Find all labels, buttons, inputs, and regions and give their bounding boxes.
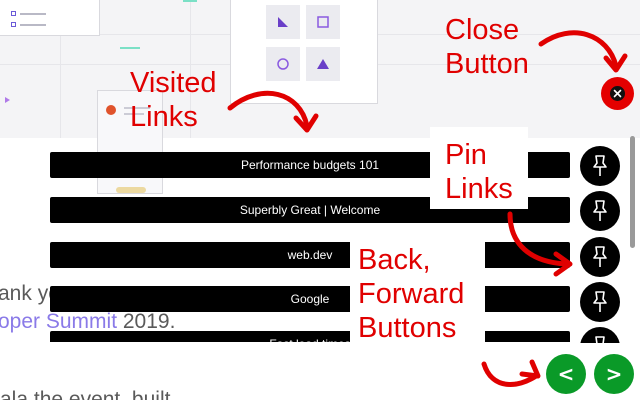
annotation-arrows <box>227 30 628 387</box>
arrow-to-close-button <box>538 30 619 69</box>
